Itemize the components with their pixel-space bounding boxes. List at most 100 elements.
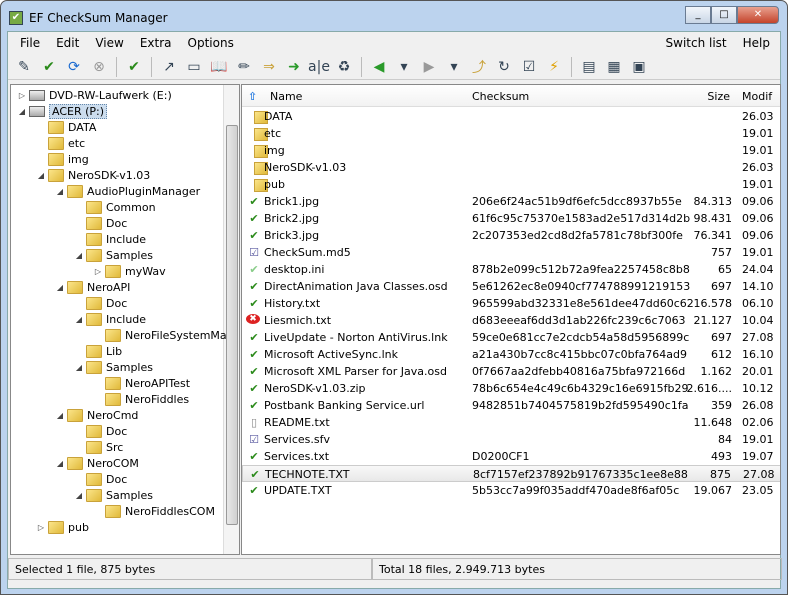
copy-folder-button[interactable]: ⇒	[259, 57, 279, 77]
file-row[interactable]: ✖Liesmich.txtd683eeeaf6dd3d1ab226fc239c6…	[242, 312, 781, 329]
file-row[interactable]: ✔History.txt965599abd32331e8e561dee47dd6…	[242, 295, 781, 312]
menu-switch-list[interactable]: Switch list	[660, 36, 737, 50]
file-row[interactable]: NeroSDK-v1.0326.03	[242, 159, 781, 176]
tree-item[interactable]: ◢Include	[74, 311, 146, 327]
menu-view[interactable]: View	[89, 36, 133, 50]
tree-item[interactable]: NeroFileSystemMa	[93, 327, 227, 343]
up-arrow-icon[interactable]: ⇧	[248, 90, 257, 103]
tree-item[interactable]: Src	[74, 439, 123, 455]
move-folder-button[interactable]: ➜	[284, 57, 304, 77]
tree-item[interactable]: NeroFiddlesCOM	[93, 503, 215, 519]
media-button[interactable]: ▭	[184, 57, 204, 77]
expander-icon[interactable]: ▷	[93, 267, 103, 276]
document-button[interactable]: ▤	[579, 57, 599, 77]
forward-button[interactable]: ▶	[419, 57, 439, 77]
file-row[interactable]: ✔Microsoft XML Parser for Java.osd0f7667…	[242, 363, 781, 380]
tree-item[interactable]: NeroAPITest	[93, 375, 190, 391]
check-list-button[interactable]: ☑	[519, 57, 539, 77]
tree-item[interactable]: ▷myWav	[93, 263, 166, 279]
expander-icon[interactable]: ◢	[74, 315, 84, 324]
back-button[interactable]: ◀	[369, 57, 389, 77]
expander-icon[interactable]: ◢	[74, 251, 84, 260]
column-modified[interactable]: Modif	[742, 90, 772, 103]
tree-scrollbar[interactable]	[223, 85, 239, 554]
tree-item[interactable]: ◢Samples	[74, 487, 153, 503]
stop-button[interactable]: ⊗	[89, 57, 109, 77]
menu-edit[interactable]: Edit	[50, 36, 89, 50]
expander-icon[interactable]: ◢	[36, 171, 46, 180]
file-row[interactable]: ✔desktop.ini878b2e099c512b72a9fea2257458…	[242, 261, 781, 278]
file-row[interactable]: ✔TECHNOTE.TXT8cf7157ef237892b91767335c1e…	[242, 465, 781, 482]
folder-tree[interactable]: ▷DVD-RW-Laufwerk (E:)◢ACER (P:)DATAetcim…	[10, 84, 240, 555]
file-row[interactable]: ✔LiveUpdate - Norton AntiVirus.lnk59ce0e…	[242, 329, 781, 346]
file-row[interactable]: etc19.01	[242, 125, 781, 142]
file-row[interactable]: ✔DirectAnimation Java Classes.osd5e61262…	[242, 278, 781, 295]
tree-item[interactable]: Doc	[74, 295, 127, 311]
file-row[interactable]: pub19.01	[242, 176, 781, 193]
export-button[interactable]: ▦	[604, 57, 624, 77]
expander-icon[interactable]: ◢	[55, 411, 65, 420]
book-button[interactable]: 📖	[209, 57, 229, 77]
expander-icon[interactable]: ▷	[36, 523, 46, 532]
file-row[interactable]: ✔Brick2.jpg61f6c95c75370e1583ad2e517d314…	[242, 210, 781, 227]
tree-item[interactable]: ▷pub	[36, 519, 89, 535]
lightning-button[interactable]: ⚡	[544, 57, 564, 77]
tree-item[interactable]: ◢NeroCOM	[55, 455, 139, 471]
maximize-button[interactable]: □	[711, 6, 737, 24]
tree-item[interactable]: Common	[74, 199, 156, 215]
menu-help[interactable]: Help	[737, 36, 780, 50]
verify-folder-button[interactable]: ✔	[124, 57, 144, 77]
new-link-button[interactable]: ↗	[159, 57, 179, 77]
tree-item[interactable]: Doc	[74, 215, 127, 231]
column-checksum[interactable]: Checksum	[472, 90, 529, 103]
file-row[interactable]: ☑Services.sfv8419.01	[242, 431, 781, 448]
file-row[interactable]: ✔NeroSDK-v1.03.zip78b6c654e4c49c6b4329c1…	[242, 380, 781, 397]
expander-icon[interactable]: ◢	[74, 491, 84, 500]
file-row[interactable]: ✔Postbank Banking Service.url9482851b740…	[242, 397, 781, 414]
tree-item[interactable]: Doc	[74, 471, 127, 487]
tree-item[interactable]: ◢AudioPluginManager	[55, 183, 200, 199]
tree-item[interactable]: ◢Samples	[74, 247, 153, 263]
tree-item[interactable]: ◢NeroAPI	[55, 279, 130, 295]
tree-item[interactable]: ◢Samples	[74, 359, 153, 375]
update-button[interactable]: ↻	[494, 57, 514, 77]
menu-extra[interactable]: Extra	[134, 36, 182, 50]
minimize-button[interactable]: _	[685, 6, 711, 24]
recycle-button[interactable]: ♻	[334, 57, 354, 77]
tree-item[interactable]: Doc	[74, 423, 127, 439]
file-list[interactable]: ⇧ Name Checksum Size Modif DATA26.03etc1…	[241, 84, 781, 555]
new-checksum-button[interactable]: ✎	[14, 57, 34, 77]
verify-button[interactable]: ✔	[39, 57, 59, 77]
expander-icon[interactable]: ▷	[17, 91, 27, 100]
expander-icon[interactable]: ◢	[17, 107, 27, 116]
tree-item[interactable]: ▷DVD-RW-Laufwerk (E:)	[17, 87, 172, 103]
file-row[interactable]: DATA26.03	[242, 108, 781, 125]
menu-options[interactable]: Options	[182, 36, 244, 50]
scrollbar-thumb[interactable]	[226, 125, 238, 525]
tree-item[interactable]: img	[36, 151, 89, 167]
tree-item[interactable]: etc	[36, 135, 85, 151]
menu-file[interactable]: File	[14, 36, 50, 50]
file-row[interactable]: ✔UPDATE.TXT5b53cc7a99f035addf470ade8f6af…	[242, 482, 781, 499]
refresh-button[interactable]: ⟳	[64, 57, 84, 77]
file-row[interactable]: img19.01	[242, 142, 781, 159]
tree-item[interactable]: Include	[74, 231, 146, 247]
tree-item[interactable]: NeroFiddles	[93, 391, 189, 407]
tree-item[interactable]: Lib	[74, 343, 122, 359]
tree-item[interactable]: ◢NeroSDK-v1.03	[36, 167, 150, 183]
expander-icon[interactable]: ◢	[74, 363, 84, 372]
edit-button[interactable]: ✏	[234, 57, 254, 77]
tree-item[interactable]: ◢NeroCmd	[55, 407, 138, 423]
column-name[interactable]: Name	[270, 90, 302, 103]
forward-dropdown-button[interactable]: ▾	[444, 57, 464, 77]
expander-icon[interactable]: ◢	[55, 283, 65, 292]
expander-icon[interactable]: ◢	[55, 187, 65, 196]
tree-item[interactable]: DATA	[36, 119, 96, 135]
file-row[interactable]: ✔Services.txtD0200CF149319.07	[242, 448, 781, 465]
file-row[interactable]: ✔Brick1.jpg206e6f24ac51b9df6efc5dcc8937b…	[242, 193, 781, 210]
file-row[interactable]: ☑CheckSum.md575719.01	[242, 244, 781, 261]
back-dropdown-button[interactable]: ▾	[394, 57, 414, 77]
file-row[interactable]: ✔Microsoft ActiveSync.lnka21a430b7cc8c41…	[242, 346, 781, 363]
close-button[interactable]: ✕	[737, 6, 779, 24]
file-row[interactable]: ✔Brick3.jpg2c207353ed2cd8d2fa5781c78bf30…	[242, 227, 781, 244]
